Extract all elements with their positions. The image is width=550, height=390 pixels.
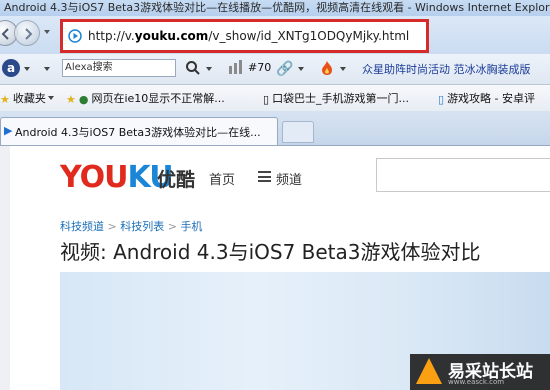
globe-icon: ● xyxy=(78,92,89,106)
breadcrumb-item[interactable]: 科技频道 xyxy=(60,220,104,233)
toolbar-logo-icon[interactable]: a xyxy=(2,59,20,77)
breadcrumb-item[interactable]: 手机 xyxy=(180,220,202,233)
new-tab-button[interactable] xyxy=(282,121,314,143)
menu-icon[interactable] xyxy=(258,171,271,182)
address-url[interactable]: http://v.youku.com/v_show/id_XNTg1ODQyMj… xyxy=(88,29,409,43)
page-content: YOUKU 优酷 首页 频道 科技频道 > 科技列表 > 手机 视频: Andr… xyxy=(0,146,550,390)
chevron-down-icon[interactable] xyxy=(340,67,346,71)
back-arrow-icon xyxy=(1,28,9,40)
forward-arrow-icon xyxy=(25,28,33,40)
nav-home[interactable]: 首页 xyxy=(209,169,235,188)
page-icon: ▯ xyxy=(438,92,445,106)
youku-logo[interactable]: YOUKU xyxy=(60,160,174,195)
scrollbar[interactable] xyxy=(0,146,10,390)
chevron-down-icon[interactable] xyxy=(44,67,50,71)
rank-chart-icon[interactable] xyxy=(226,60,244,78)
alexa-rank: #70 xyxy=(248,61,272,74)
youku-tab-icon: ▶ xyxy=(4,124,13,137)
favorites-button[interactable]: ★ 收藏夹 xyxy=(0,90,46,106)
favorite-item[interactable]: ▯ 口袋巴士_手机游戏第一门... xyxy=(263,90,409,106)
video-title: 视频: Android 4.3与iOS7 Beta3游戏体验对比 xyxy=(60,240,481,264)
tab-youku-video[interactable]: ▶ Android 4.3与iOS7 Beta3游戏体验对比—在线... xyxy=(0,117,278,145)
news-ticker[interactable]: 众星助阵时尚活动 范冰冰胸装成版 xyxy=(362,61,531,77)
addon-toolbar: a Alexa搜索 #70 🔗 众星助阵时尚活动 范冰冰胸装成版 xyxy=(0,54,550,85)
favorite-item[interactable]: ▯ 游戏攻略 - 安卓评 xyxy=(438,90,535,106)
breadcrumb-item[interactable]: 科技列表 xyxy=(120,220,164,233)
breadcrumb-separator: > xyxy=(107,220,117,233)
breadcrumb-separator: > xyxy=(167,220,177,233)
search-icon[interactable] xyxy=(184,60,202,78)
nav-channel[interactable]: 频道 xyxy=(276,169,302,188)
add-favorite-icon: ★ xyxy=(66,92,76,106)
alexa-search-input[interactable]: Alexa搜索 xyxy=(62,59,176,77)
chevron-down-icon[interactable] xyxy=(206,67,212,71)
forward-button[interactable] xyxy=(14,20,40,46)
link-icon[interactable]: 🔗 xyxy=(276,60,294,78)
chevron-down-icon[interactable] xyxy=(48,96,54,100)
page-icon: ▯ xyxy=(263,92,270,106)
window-title: Android 4.3与iOS7 Beta3游戏体验对比—在线播放—优酷网，视频… xyxy=(0,0,550,16)
site-search-input[interactable] xyxy=(376,158,550,192)
favorites-bar: ★ 收藏夹 ★ ● 网页在ie10显示不正常解... ▯ 口袋巴士_手机游戏第一门...… xyxy=(0,85,550,112)
tab-bar: ▶ Android 4.3与iOS7 Beta3游戏体验对比—在线... xyxy=(0,111,550,146)
address-bar[interactable]: http://v.youku.com/v_show/id_XNTg1ODQyMj… xyxy=(60,19,429,53)
breadcrumb: 科技频道 > 科技列表 > 手机 xyxy=(60,218,202,234)
chevron-down-icon[interactable] xyxy=(24,67,30,71)
star-icon: ★ xyxy=(0,92,10,106)
watermark-logo-icon xyxy=(416,358,442,384)
address-row: http://v.youku.com/v_show/id_XNTg1ODQyMj… xyxy=(0,16,550,54)
youku-logo-cn[interactable]: 优酷 xyxy=(157,165,195,192)
fire-icon[interactable] xyxy=(318,60,336,78)
favorite-item[interactable]: ★ ● 网页在ie10显示不正常解... xyxy=(66,90,225,106)
history-dropdown-icon[interactable] xyxy=(44,30,50,34)
youku-site-icon xyxy=(68,29,82,43)
chevron-down-icon[interactable] xyxy=(298,67,304,71)
watermark: 易采站长站 www.easck.com xyxy=(410,354,550,390)
